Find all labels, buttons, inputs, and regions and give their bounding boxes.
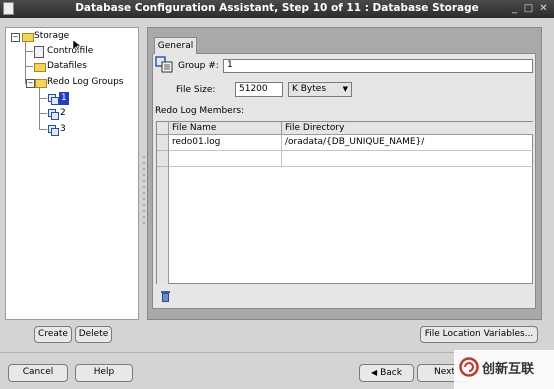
tree-label-redo-log-groups: Redo Log Groups — [47, 77, 124, 87]
minimize-icon[interactable]: _ — [508, 3, 521, 14]
redo-group-icon — [48, 94, 59, 105]
watermark-text: 创新互联 — [482, 362, 535, 377]
table-corner-header — [157, 122, 169, 135]
row-header[interactable] — [157, 135, 169, 151]
redo-group-icon — [48, 125, 59, 136]
window-title: Database Configuration Assistant, Step 1… — [75, 2, 479, 14]
file-location-variables-button[interactable]: File Location Variables... — [420, 326, 538, 343]
file-size-label: File Size: — [176, 85, 216, 95]
create-button[interactable]: Create — [34, 326, 72, 343]
group-number-label: Group #: — [178, 61, 219, 71]
dropdown-arrow-icon: ▼ — [342, 85, 348, 93]
redo-log-members-table: File Name File Directory redo01.log /ora… — [156, 121, 533, 284]
row-header-empty — [157, 167, 169, 284]
panel-splitter[interactable] — [142, 28, 146, 320]
column-header-file-name[interactable]: File Name — [169, 122, 282, 135]
unit-value: K Bytes — [292, 84, 327, 94]
collapse-icon[interactable]: − — [11, 33, 20, 42]
column-header-file-directory[interactable]: File Directory — [282, 122, 533, 135]
table-cell-file-name[interactable]: redo01.log — [169, 135, 282, 151]
table-cell-file-directory[interactable]: /oradata/{DB_UNIQUE_NAME}/ — [282, 135, 533, 151]
tree-label-controlfile: Controlfile — [47, 46, 94, 56]
tree-label-group-2: 2 — [60, 108, 66, 118]
row-header[interactable] — [157, 151, 169, 167]
file-size-field[interactable]: 51200 — [235, 82, 283, 97]
table-cell-file-directory[interactable] — [282, 151, 533, 167]
back-button[interactable]: ◀ Back — [359, 364, 414, 382]
watermark-logo-icon — [459, 357, 479, 377]
watermark: 创新互联 — [454, 350, 554, 389]
tab-general[interactable]: General — [154, 37, 197, 54]
folder-icon — [35, 79, 47, 88]
storage-tree: − Storage Controlfile Datafiles − Redo L… — [5, 27, 139, 320]
back-label: Back — [380, 368, 402, 378]
controlfile-icon — [34, 46, 44, 58]
tree-label-datafiles: Datafiles — [47, 61, 87, 71]
folder-icon — [34, 63, 46, 72]
mouse-cursor-icon — [73, 40, 81, 52]
redo-log-group-icon — [155, 56, 173, 73]
redo-group-icon — [48, 109, 59, 120]
delete-button[interactable]: Delete — [75, 326, 112, 343]
back-arrow-icon: ◀ — [371, 368, 378, 377]
table-cell-file-name[interactable] — [169, 151, 282, 167]
collapse-icon[interactable]: − — [26, 79, 35, 88]
cancel-button[interactable]: Cancel — [8, 364, 68, 382]
maximize-icon[interactable]: □ — [522, 3, 535, 14]
file-size-unit-select[interactable]: K Bytes ▼ — [288, 82, 352, 97]
folder-icon — [22, 33, 34, 42]
tree-label-storage: Storage — [34, 31, 70, 41]
tree-label-group-3: 3 — [60, 124, 66, 134]
help-button[interactable]: Help — [75, 364, 133, 382]
redo-log-members-label: Redo Log Members: — [155, 106, 245, 116]
trash-icon[interactable] — [161, 291, 170, 302]
tree-label-group-1: 1 — [59, 92, 69, 105]
title-bar: Database Configuration Assistant, Step 1… — [0, 0, 554, 18]
group-number-field[interactable]: 1 — [223, 59, 533, 73]
close-icon[interactable]: ✕ — [537, 3, 550, 14]
